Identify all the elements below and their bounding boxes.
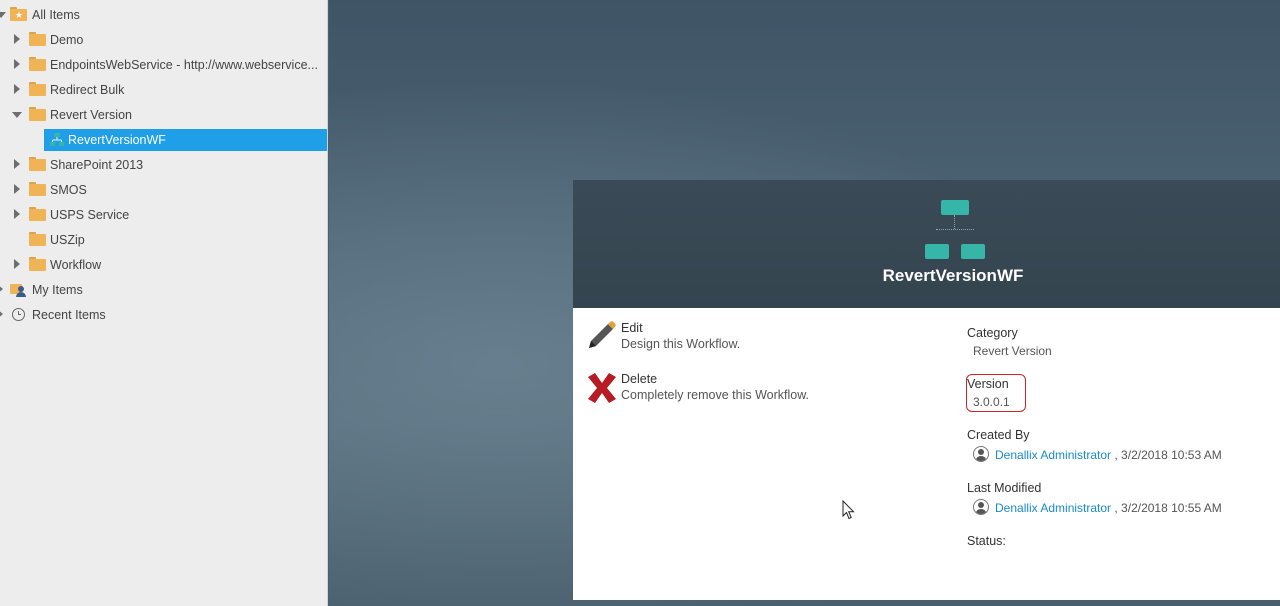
folder-icon [29,157,46,171]
category-label: Category [967,326,1018,340]
collapsed-arrow-icon[interactable] [14,259,20,269]
folder-icon [29,57,46,71]
item-details-card: RevertVersionWF Edit Design this Workflo… [573,180,1280,600]
pencil-icon [589,321,616,348]
tree-item-all-items[interactable]: ★ All Items [0,4,327,26]
tree-item-smos[interactable]: SMOS [0,179,327,201]
tree-item-sharepoint-2013[interactable]: SharePoint 2013 [0,154,327,176]
status-label: Status: [967,534,1006,548]
edit-action-title: Edit [621,321,643,335]
modified-date: , 3/2/2018 10:55 AM [1114,501,1222,515]
tree-item-redirect-bulk[interactable]: Redirect Bulk [0,79,327,101]
folder-icon [29,182,46,196]
expanded-arrow-icon[interactable] [12,112,22,118]
folder-icon [29,257,46,271]
user-folder-icon [10,282,27,297]
user-icon [973,446,989,462]
created-by-user-link[interactable]: Denallix Administrator [995,448,1111,462]
clock-icon [12,308,25,321]
folder-icon [29,107,46,121]
navigation-tree: ★ All Items Demo EndpointsWebService - h… [0,0,328,606]
tree-item-label: SMOS [50,183,87,197]
tree-item-label: All Items [32,8,80,22]
tree-item-label: Recent Items [32,308,106,322]
mouse-cursor-icon [842,500,855,520]
tree-item-label: Redirect Bulk [50,83,125,97]
tree-item-label: RevertVersionWF [68,133,166,147]
tree-item-usps-service[interactable]: USPS Service [0,204,327,226]
collapsed-arrow-icon[interactable] [0,284,3,294]
tree-item-label: Revert Version [50,108,132,122]
collapsed-arrow-icon[interactable] [14,84,20,94]
tree-item-label: USPS Service [50,208,130,222]
tree-item-workflow[interactable]: Workflow [0,254,327,276]
folder-icon [29,232,46,246]
delete-action-desc: Completely remove this Workflow. [621,388,810,402]
star-folder-icon: ★ [10,7,27,21]
collapsed-arrow-icon[interactable] [14,209,20,219]
last-modified-label: Last Modified [967,481,1042,495]
edit-action[interactable]: Edit Design this Workflow. [583,320,883,360]
category-value: Revert Version [973,344,1052,358]
collapsed-arrow-icon[interactable] [0,309,3,319]
delete-action-title: Delete [621,372,658,386]
version-value: 3.0.0.1 [973,395,1010,409]
card-header: RevertVersionWF [573,180,1280,308]
workflow-icon [923,200,987,262]
tree-item-label: My Items [32,283,83,297]
tree-item-label: SharePoint 2013 [50,158,144,172]
tree-item-my-items[interactable]: My Items [0,279,327,301]
edit-action-desc: Design this Workflow. [621,337,741,351]
folder-icon [29,207,46,221]
collapsed-arrow-icon[interactable] [14,34,20,44]
tree-item-label: Demo [50,33,84,47]
user-icon [973,499,989,515]
version-label: Version [967,377,1009,391]
tree-item-label: EndpointsWebService - http://www.webserv… [50,58,318,72]
created-by-label: Created By [967,428,1030,442]
tree-item-label: Workflow [50,258,102,272]
tree-item-revertversionwf[interactable]: RevertVersionWF [44,129,327,151]
collapsed-arrow-icon[interactable] [14,159,20,169]
tree-item-demo[interactable]: Demo [0,29,327,51]
expanded-arrow-icon[interactable] [0,12,6,18]
folder-icon [29,82,46,96]
tree-item-uszip[interactable]: USZip [0,229,327,251]
modified-by-user-link[interactable]: Denallix Administrator [995,501,1111,515]
workflow-icon [50,133,64,146]
folder-icon [29,32,46,46]
delete-action[interactable]: Delete Completely remove this Workflow. [583,371,883,411]
tree-item-revert-version[interactable]: Revert Version [0,104,327,126]
item-title: RevertVersionWF [882,266,1024,285]
collapsed-arrow-icon[interactable] [14,59,20,69]
tree-item-endpointswebservice[interactable]: EndpointsWebService - http://www.webserv… [0,54,327,76]
created-date: , 3/2/2018 10:53 AM [1114,448,1222,462]
tree-item-recent-items[interactable]: Recent Items [0,304,327,326]
tree-item-label: USZip [50,233,85,247]
collapsed-arrow-icon[interactable] [14,184,20,194]
delete-x-icon [588,373,616,403]
